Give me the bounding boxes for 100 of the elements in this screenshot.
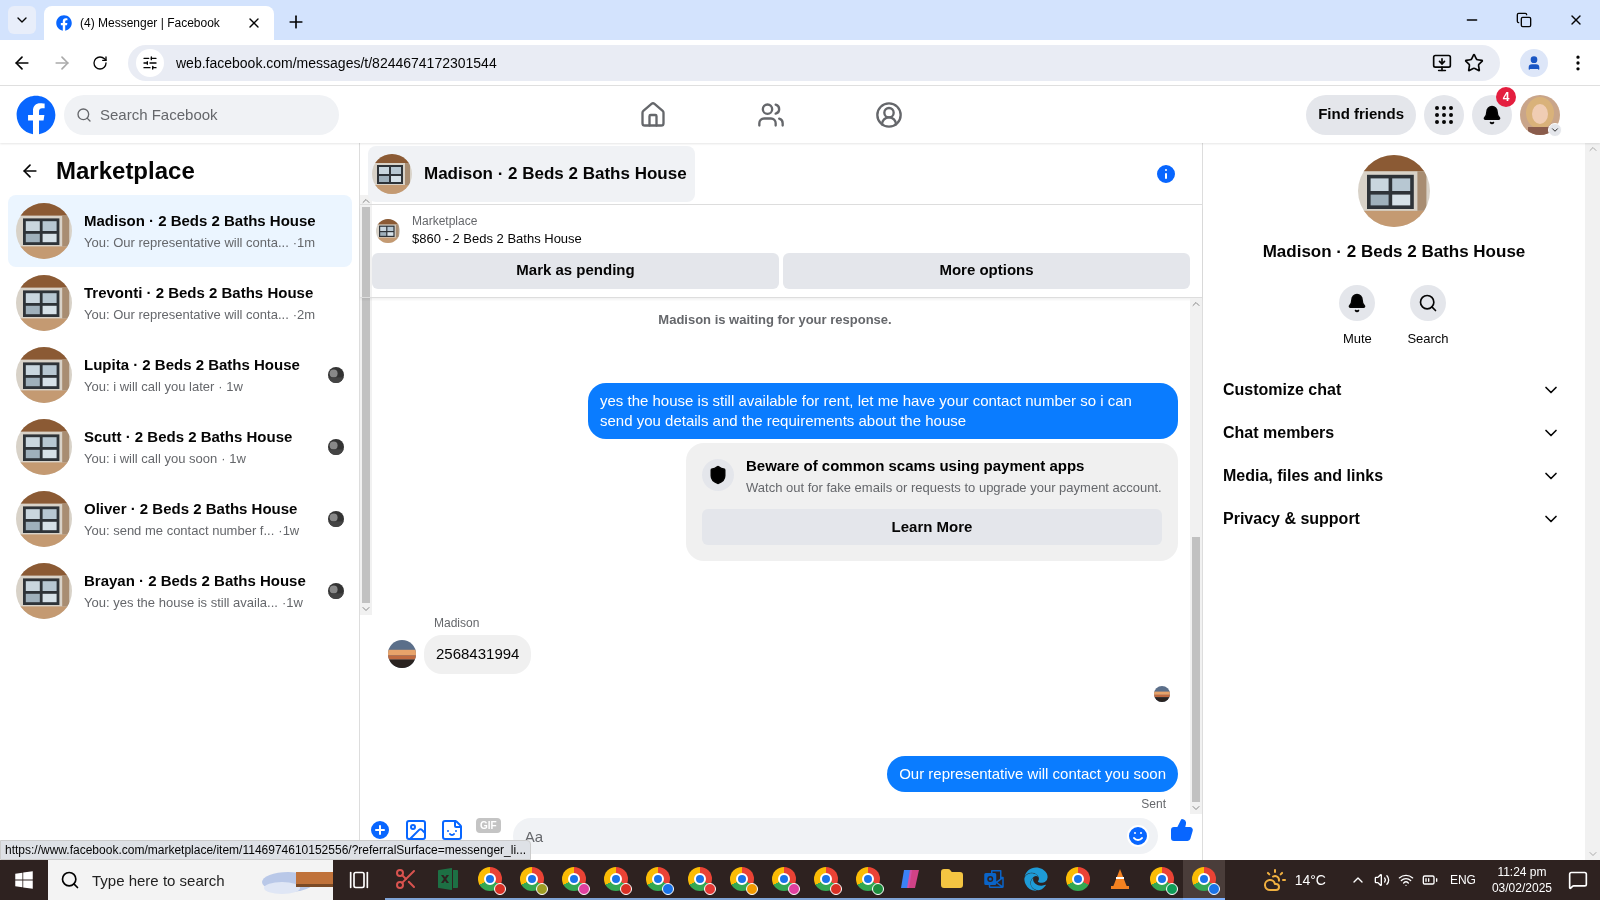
link-preview-tooltip: https://www.facebook.com/marketplace/item/1146974610152556/?referralSurface=messenger_li... (0, 840, 532, 860)
volume-icon[interactable] (1373, 872, 1390, 888)
message-preview: You: Our representative will conta... (84, 305, 289, 324)
network-icon[interactable] (1397, 872, 1414, 888)
message-preview: You: Our representative will conta... (84, 233, 289, 252)
notice-title: Beware of common scams using payment apps (746, 456, 1086, 476)
folder-icon (940, 867, 964, 891)
install-icon[interactable] (1432, 52, 1452, 73)
message-bubble: yes the house is still available for rent, let me have your contact number so i can send you details and the requirements about the house (588, 383, 1178, 439)
spreadsheet-icon (436, 867, 460, 891)
message-preview: You: i will call you later (84, 377, 215, 396)
message-bubble: 2568431994 (424, 635, 532, 674)
search-icon (48, 860, 92, 900)
conversation-item[interactable]: Brayan · 2 Beds 2 Baths House You: yes the house is still availa... ·1w (8, 555, 352, 627)
chat-title-button[interactable]: Madison · 2 Beds 2 Baths House (368, 145, 695, 202)
search-field[interactable]: Search Facebook (64, 94, 339, 135)
notice-text: Watch out for fake emails or requests to upgrade your payment account. (746, 478, 1162, 497)
restore-icon[interactable] (1516, 12, 1532, 28)
tab-title: (4) Messenger | Facebook (80, 15, 221, 31)
scrollbar-thumb[interactable] (361, 207, 370, 603)
reload-icon[interactable] (92, 54, 108, 71)
conversation-item[interactable]: Scutt · 2 Beds 2 Baths House You: i will call you soon · 1w (8, 411, 352, 483)
message-preview: You: i will call you soon (84, 449, 218, 468)
address-bar[interactable]: web.facebook.com/messages/t/8244674172301544 (128, 44, 1500, 81)
bell-icon (1347, 292, 1368, 313)
conversation-item[interactable]: Oliver · 2 Beds 2 Baths House You: send me contact number f... ·1w (8, 483, 352, 555)
action-button[interactable]: Search (1407, 284, 1449, 348)
site-settings-icon[interactable] (136, 48, 164, 77)
message-time: · 1w (221, 449, 246, 468)
friends-icon[interactable] (757, 100, 785, 129)
conversation-name: Trevonti · 2 Beds 2 Baths House (84, 283, 315, 303)
facebook-icon (56, 15, 72, 31)
sender-name: Madison (434, 615, 481, 631)
scissors-icon (394, 867, 418, 891)
details-title: Madison · 2 Beds 2 Baths House (1262, 241, 1526, 263)
temperature: 14°C (1294, 871, 1326, 890)
sticker-icon[interactable] (440, 818, 464, 842)
chat-title: Madison · 2 Beds 2 Baths House (424, 162, 687, 185)
taskbar-search-field[interactable]: Type here to search (92, 860, 258, 900)
traffic-cone-icon (1108, 867, 1132, 891)
message-preview: You: yes the house is still availa... (84, 593, 278, 612)
search-icon (1418, 292, 1438, 313)
add-icon[interactable] (368, 818, 392, 842)
bookmark-icon[interactable] (1464, 52, 1484, 73)
message-time: · 1w (218, 377, 243, 396)
section-header[interactable]: Media, files and links (1219, 454, 1569, 497)
message-time: ·1m (292, 233, 316, 252)
clock[interactable]: 11:24 pm 03/02/2025 (1491, 864, 1552, 896)
scrollbar-thumb[interactable] (1192, 537, 1200, 802)
conversation-name: Madison · 2 Beds 2 Baths House (84, 211, 316, 231)
weather-icon (1262, 868, 1287, 892)
home-icon[interactable] (639, 100, 667, 129)
conversation-item[interactable]: Madison · 2 Beds 2 Baths House You: Our representative will conta... ·1m (8, 195, 352, 267)
copilot-icon (898, 867, 922, 891)
conversation-name: Oliver · 2 Beds 2 Baths House (84, 499, 299, 519)
section-header[interactable]: Privacy & support (1219, 497, 1569, 540)
windows-icon (14, 870, 34, 890)
facebook-logo[interactable] (16, 94, 56, 135)
browser-tab[interactable]: (4) Messenger | Facebook (44, 6, 274, 40)
url-text: web.facebook.com/messages/t/8244674172301544 (176, 53, 498, 73)
learn-more-button[interactable]: Learn More (702, 509, 1162, 545)
task-view-icon[interactable] (349, 870, 369, 890)
status-text: Madison is waiting for your response. (658, 310, 892, 329)
message-time: ·2m (292, 305, 316, 324)
conversation-name: Lupita · 2 Beds 2 Baths House (84, 355, 301, 375)
taskbar-app[interactable] (1183, 860, 1225, 900)
message-bubble: Our representative will contact you soon (887, 755, 1178, 792)
section-header[interactable]: Customize chat (1219, 368, 1569, 411)
sidebar-title: Marketplace (56, 156, 195, 186)
listing-source: Marketplace (412, 213, 479, 229)
find-friends-button[interactable]: Find friends (1306, 94, 1416, 135)
browser-icon (1024, 867, 1048, 891)
conversation-item[interactable]: Trevonti · 2 Beds 2 Baths House You: Our representative will conta... ·2m (8, 267, 352, 339)
listing-button[interactable]: More options (783, 252, 1190, 289)
apps-menu-icon[interactable] (1424, 94, 1464, 135)
groups-icon[interactable] (875, 100, 903, 129)
delivery-status: Sent (1141, 795, 1166, 812)
search-icon (76, 106, 92, 123)
shield-icon (702, 459, 734, 491)
tab-list-button[interactable] (8, 6, 36, 34)
notification-badge: 4 (1496, 86, 1516, 107)
profile-icon[interactable] (1520, 48, 1548, 77)
battery-icon[interactable] (1421, 872, 1438, 888)
notifications-button[interactable] (1472, 94, 1512, 135)
image-icon[interactable] (404, 818, 428, 842)
language-indicator[interactable]: ENG (1449, 872, 1476, 888)
conversation-item[interactable]: Lupita · 2 Beds 2 Baths House You: i will call you later · 1w (8, 339, 352, 411)
chrome-icon (1066, 867, 1090, 891)
message-time: ·1w (281, 593, 303, 612)
message-preview: You: send me contact number f... (84, 521, 275, 540)
message-time: ·1w (278, 521, 300, 540)
bell-icon (1482, 104, 1502, 125)
mail-icon (982, 867, 1006, 891)
listing-button[interactable]: Mark as pending (372, 252, 779, 289)
listing-title: $860 - 2 Beds 2 Baths House (412, 230, 582, 248)
like-icon[interactable] (1170, 818, 1194, 842)
conversation-name: Brayan · 2 Beds 2 Baths House (84, 571, 307, 591)
section-header[interactable]: Chat members (1219, 411, 1569, 454)
notification-icon[interactable] (1568, 870, 1588, 890)
conversation-name: Scutt · 2 Beds 2 Baths House (84, 427, 294, 447)
